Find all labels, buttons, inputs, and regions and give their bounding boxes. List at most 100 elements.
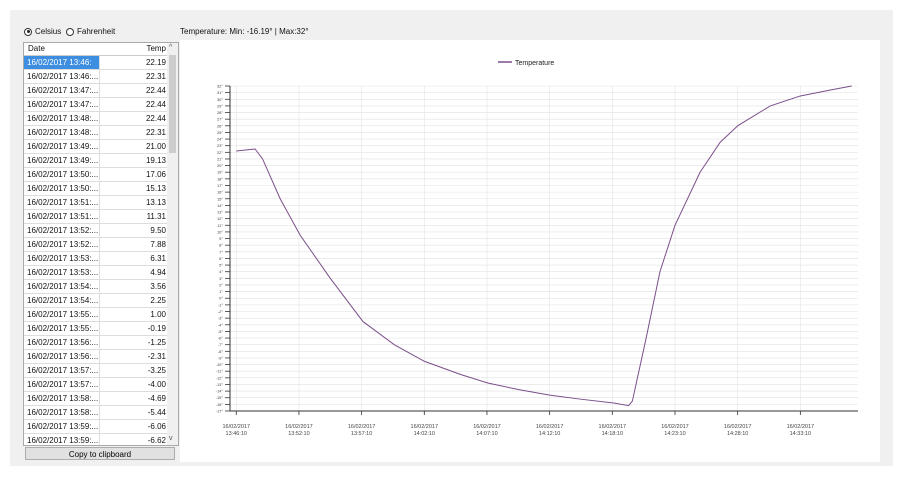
y-tick-label: 20° [217, 163, 223, 168]
copy-to-clipboard-button[interactable]: Copy to clipboard [25, 447, 175, 460]
y-tick-label: 21° [217, 156, 223, 161]
temperature-table[interactable]: Date Temp 16/02/2017 13:46: 22.19 16/02/20… [23, 42, 179, 446]
table-row[interactable]: 16/02/2017 13:46:... 22.31 [24, 70, 178, 84]
y-tick-label: -4° [218, 322, 224, 327]
date-cell: 16/02/2017 13:54:... [24, 294, 100, 307]
date-cell: 16/02/2017 13:53:... [24, 252, 100, 265]
y-tick-label: -3° [218, 316, 224, 321]
x-tick-label-time: 14:07:10 [476, 431, 497, 437]
x-tick-label-time: 13:46:10 [226, 431, 247, 437]
date-cell: 16/02/2017 13:59:... [24, 420, 100, 433]
temp-cell: -2.31 [147, 352, 166, 361]
y-tick-label: 16° [217, 190, 223, 195]
y-tick-label: -6° [218, 336, 224, 341]
temp-cell: -1.25 [147, 338, 166, 347]
table-row[interactable]: 16/02/2017 13:50:... 17.06 [24, 168, 178, 182]
y-tick-label: 7° [219, 249, 223, 254]
y-tick-label: 4° [219, 269, 223, 274]
date-cell: 16/02/2017 13:51:... [24, 196, 100, 209]
x-tick-label-time: 14:28:10 [727, 431, 748, 437]
table-row[interactable]: 16/02/2017 13:51:... 13.13 [24, 196, 178, 210]
x-tick-label-date: 16/02/2017 [599, 424, 627, 430]
y-tick-label: 1° [219, 289, 223, 294]
y-tick-label: 25° [217, 130, 223, 135]
table-row[interactable]: 16/02/2017 13:47:... 22.44 [24, 98, 178, 112]
temp-cell: 2.25 [150, 296, 166, 305]
table-body: 16/02/2017 13:46: 22.19 16/02/2017 13:46:.… [24, 56, 178, 445]
table-row[interactable]: 16/02/2017 13:48:... 22.44 [24, 112, 178, 126]
table-row[interactable]: 16/02/2017 13:53:... 6.31 [24, 252, 178, 266]
temp-cell: 19.13 [145, 156, 166, 165]
y-tick-label: 32° [217, 84, 223, 89]
table-row[interactable]: 16/02/2017 13:48:... 22.31 [24, 126, 178, 140]
date-cell: 16/02/2017 13:58:... [24, 392, 100, 405]
x-tick-label-date: 16/02/2017 [536, 424, 564, 430]
table-row[interactable]: 16/02/2017 13:49:... 19.13 [24, 154, 178, 168]
y-tick-label: 30° [217, 97, 223, 102]
table-row[interactable]: 16/02/2017 13:57:... -4.00 [24, 378, 178, 392]
y-tick-label: 29° [217, 103, 223, 108]
temp-cell: 13.13 [145, 198, 166, 207]
table-row[interactable]: 16/02/2017 13:52:... 7.88 [24, 238, 178, 252]
celsius-radio[interactable]: Celsius [24, 27, 61, 36]
temp-cell: 15.13 [145, 184, 166, 193]
table-row[interactable]: 16/02/2017 13:58:... -5.44 [24, 406, 178, 420]
table-row[interactable]: 16/02/2017 13:51:... 11.31 [24, 210, 178, 224]
y-tick-label: 8° [219, 243, 223, 248]
x-tick-label-date: 16/02/2017 [724, 424, 752, 430]
date-cell: 16/02/2017 13:48:... [24, 126, 100, 139]
scroll-up-icon[interactable]: ^ [169, 44, 172, 51]
temp-cell: 22.44 [145, 114, 166, 123]
table-row[interactable]: 16/02/2017 13:54:... 2.25 [24, 294, 178, 308]
temp-cell: 21.00 [145, 142, 166, 151]
date-cell: 16/02/2017 13:47:... [24, 84, 100, 97]
table-row[interactable]: 16/02/2017 13:49:... 21.00 [24, 140, 178, 154]
temp-cell: -5.44 [147, 408, 166, 417]
table-row[interactable]: 16/02/2017 13:52:... 9.50 [24, 224, 178, 238]
x-tick-label-time: 14:33:10 [790, 431, 811, 437]
y-tick-label: -9° [218, 355, 224, 360]
table-row[interactable]: 16/02/2017 13:58:... -4.69 [24, 392, 178, 406]
min-max-status: Temperature: Min: -16.19° | Max:32° [180, 27, 309, 36]
y-tick-label: -5° [218, 329, 224, 334]
table-row[interactable]: 16/02/2017 13:57:... -3.25 [24, 364, 178, 378]
table-row[interactable]: 16/02/2017 13:46: 22.19 [24, 56, 178, 70]
temp-cell: 7.88 [150, 240, 166, 249]
temp-cell: -3.25 [147, 366, 166, 375]
table-row[interactable]: 16/02/2017 13:47:... 22.44 [24, 84, 178, 98]
y-tick-label: 24° [217, 137, 223, 142]
column-header-temp[interactable]: Temp [100, 43, 166, 55]
fahrenheit-radio[interactable]: Fahrenheit [66, 27, 115, 36]
y-tick-label: 3° [219, 276, 223, 281]
y-tick-label: 26° [217, 123, 223, 128]
temp-cell: 1.00 [150, 310, 166, 319]
y-tick-label: 5° [219, 263, 223, 268]
temp-cell: 4.94 [150, 268, 166, 277]
table-row[interactable]: 16/02/2017 13:56:... -2.31 [24, 350, 178, 364]
date-cell: 16/02/2017 13:50:... [24, 182, 100, 195]
table-row[interactable]: 16/02/2017 13:50:... 15.13 [24, 182, 178, 196]
date-cell: 16/02/2017 13:51:... [24, 210, 100, 223]
y-tick-label: -10° [216, 362, 224, 367]
vertical-scrollbar[interactable]: ^ v [167, 43, 178, 445]
column-header-date[interactable]: Date [24, 43, 100, 55]
table-row[interactable]: 16/02/2017 13:55:... 1.00 [24, 308, 178, 322]
table-row[interactable]: 16/02/2017 13:59:... -6.06 [24, 420, 178, 434]
y-tick-label: 10° [217, 229, 223, 234]
temp-cell: -6.06 [147, 422, 166, 431]
x-tick-label-time: 14:12:10 [539, 431, 560, 437]
x-tick-label-date: 16/02/2017 [223, 424, 251, 430]
table-row[interactable]: 16/02/2017 13:54:... 3.56 [24, 280, 178, 294]
scroll-down-icon[interactable]: v [169, 435, 173, 442]
y-tick-label: -1° [218, 302, 224, 307]
radio-checked-icon [24, 27, 32, 36]
y-tick-label: -2° [218, 309, 224, 314]
table-row[interactable]: 16/02/2017 13:53:... 4.94 [24, 266, 178, 280]
table-row[interactable]: 16/02/2017 13:55:... -0.19 [24, 322, 178, 336]
table-row[interactable]: 16/02/2017 13:59:... -6.62 [24, 434, 178, 445]
table-row[interactable]: 16/02/2017 13:56:... -1.25 [24, 336, 178, 350]
scrollbar-thumb[interactable] [169, 55, 176, 153]
temp-cell: -4.69 [147, 394, 166, 403]
temp-cell: -0.19 [147, 324, 166, 333]
temp-cell: -4.00 [147, 380, 166, 389]
